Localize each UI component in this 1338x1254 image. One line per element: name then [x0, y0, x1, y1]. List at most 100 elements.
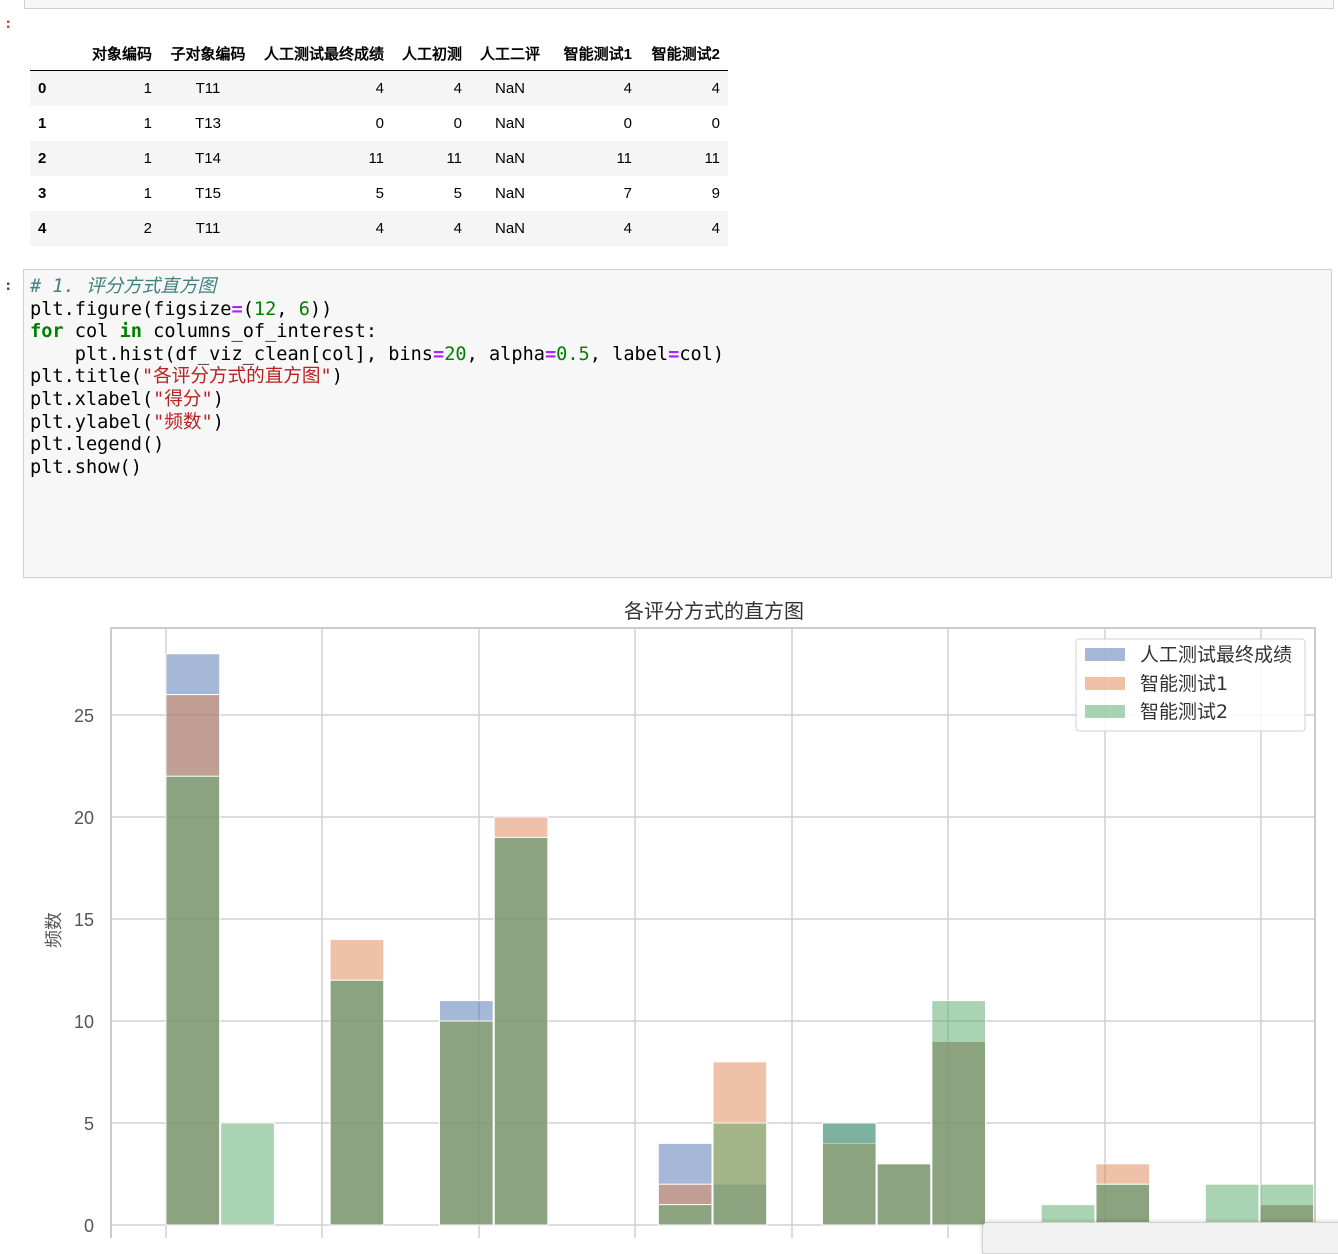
code-cell-editor[interactable]: # 1. 评分方式直方图 plt.figure(figsize=(12, 6))…: [23, 269, 1332, 578]
table-row: 2 1 T14 11 11 NaN 11 11: [30, 141, 729, 176]
floating-toolbar-widget[interactable]: [982, 1222, 1338, 1254]
dataframe-table: 对象编码 子对象编码 人工测试最终成绩 人工初测 人工二评 智能测试1 智能测试…: [30, 36, 729, 246]
table-cell: NaN: [495, 220, 526, 237]
code-token: plt.figure(figsize: [30, 298, 232, 320]
code-token: ): [212, 388, 224, 410]
code-token: columns_of_interest:: [141, 321, 378, 343]
code-token: plt.legend(): [30, 434, 165, 456]
code-token: plt.ylabel(: [30, 411, 154, 433]
legend-label: 人工测试最终成绩: [1140, 644, 1292, 666]
table-cell: 11: [368, 150, 385, 167]
column-header: 人工二评: [470, 36, 551, 71]
table-cell: 5: [453, 185, 463, 202]
table-cell: 9: [711, 185, 721, 202]
table-row: 3 1 T15 5 5 NaN 7 9: [30, 176, 728, 211]
code-token: plt.title(: [30, 366, 142, 388]
table-cell: NaN: [495, 115, 526, 132]
histogram-bar: [931, 1000, 986, 1226]
histogram-bar: [1204, 1183, 1260, 1226]
code-text[interactable]: # 1. 评分方式直方图 plt.figure(figsize=(12, 6))…: [30, 276, 724, 479]
table-cell: 4: [711, 220, 721, 237]
code-number: 20: [444, 343, 467, 365]
row-index: 2: [38, 150, 47, 167]
table-cell: 0: [711, 115, 721, 132]
code-operator: =: [433, 343, 445, 365]
table-cell: T14: [195, 150, 221, 167]
column-header: 人工测试最终成绩: [256, 36, 393, 71]
legend-label: 智能测试1: [1140, 673, 1228, 695]
column-header: 人工初测: [392, 36, 471, 71]
histogram-bar: [329, 979, 385, 1226]
row-index: 1: [38, 115, 47, 132]
row-index: 0: [38, 80, 47, 97]
y-tick-label: 20: [74, 808, 94, 828]
code-token: , label: [589, 343, 669, 365]
table-cell: 1: [143, 185, 152, 202]
column-header: 子对象编码: [160, 36, 256, 71]
row-index: 4: [38, 220, 47, 237]
histogram-bar: [220, 1122, 275, 1226]
code-token: ): [212, 411, 224, 433]
code-keyword: for: [30, 321, 64, 343]
table-cell: NaN: [495, 185, 526, 202]
table-cell: 1: [143, 115, 152, 132]
row-index: 3: [38, 185, 47, 202]
column-header: 智能测试2: [640, 36, 729, 71]
table-cell: 4: [453, 80, 463, 97]
y-tick-label: 25: [74, 706, 94, 726]
previous-cell-bottom: [24, 0, 1334, 9]
code-token: col: [63, 321, 120, 343]
table-cell: 11: [704, 150, 721, 167]
code-token: , alpha: [466, 343, 545, 365]
code-token: col): [679, 343, 725, 365]
legend-label: 智能测试2: [1140, 701, 1228, 723]
histogram-bar: [712, 1122, 768, 1226]
legend-swatch: [1085, 648, 1125, 661]
y-tick-label: 10: [74, 1012, 94, 1032]
table-cell: 0: [453, 115, 463, 132]
histogram-bar: [165, 775, 221, 1226]
table-cell: 1: [143, 80, 152, 97]
code-token: ,: [276, 298, 299, 320]
code-token: )): [309, 298, 333, 320]
table-cell: T11: [195, 220, 221, 237]
histogram-bar: [1095, 1183, 1151, 1226]
table-cell: T13: [195, 115, 221, 132]
y-tick-label: 0: [84, 1216, 94, 1236]
histogram-chart: 各评分方式的直方图 0 5 10 15 20 25 频数 人工测试最终成绩 智能测试1 智…: [44, 599, 1316, 1238]
chart-title: 各评分方式的直方图: [624, 599, 804, 623]
table-cell: T15: [195, 185, 221, 202]
code-token: (: [242, 298, 254, 320]
histogram-bar: [1259, 1183, 1315, 1226]
table-cell: 2: [143, 220, 152, 237]
bars: [165, 653, 1315, 1226]
code-number: 6: [298, 298, 310, 320]
code-operator: =: [544, 343, 557, 365]
histogram-bar: [493, 836, 549, 1226]
table-cell: 4: [711, 80, 721, 97]
table-cell: NaN: [495, 150, 526, 167]
table-cell: 4: [453, 220, 463, 237]
table-cell: T11: [195, 80, 221, 97]
code-token: plt.hist(df_viz_clean[col], bins: [30, 343, 433, 365]
table-cell: 5: [375, 185, 385, 202]
code-comment: # 1. 评分方式直方图: [30, 276, 217, 297]
y-tick-label: 5: [84, 1114, 94, 1134]
code-keyword: in: [119, 321, 142, 343]
column-header: 智能测试1: [550, 36, 641, 71]
code-token: plt.xlabel(: [30, 388, 154, 410]
table-cell: 11: [446, 150, 463, 167]
table-row: 4 2 T11 4 4 NaN 4 4: [30, 211, 729, 246]
table-row: 0 1 T11 4 4 NaN 4 4: [30, 70, 729, 106]
code-token: ): [331, 366, 343, 388]
y-tick-label: 15: [74, 910, 94, 930]
table-row: 1 1 T13 0 0 NaN 0 0: [30, 106, 728, 141]
histogram-bar: [876, 1163, 932, 1226]
code-string: "各评分方式的直方图": [141, 366, 332, 388]
table-cell: 4: [623, 220, 633, 237]
code-string: "频数": [153, 411, 213, 433]
input-prompt: :: [4, 278, 13, 294]
output-prompt: :: [4, 16, 13, 32]
table-cell: 0: [623, 115, 633, 132]
table-cell: 1: [143, 150, 152, 167]
